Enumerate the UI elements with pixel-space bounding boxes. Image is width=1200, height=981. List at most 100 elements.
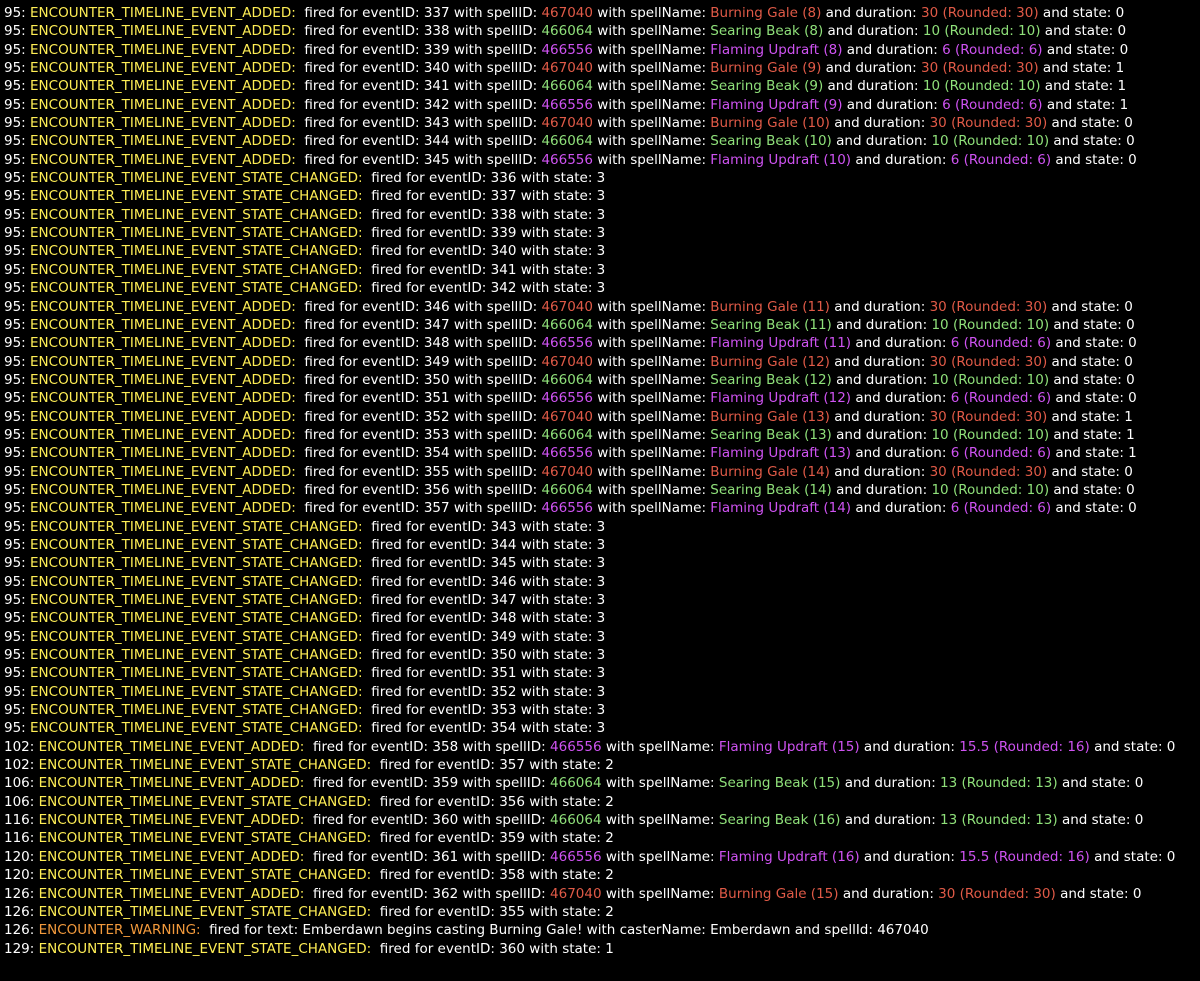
log-text: fired for eventID: 353 with spellID:	[300, 426, 542, 443]
log-line: 95: ENCOUNTER_TIMELINE_EVENT_ADDED: fire…	[4, 77, 1200, 95]
log-state: and state: 0	[1055, 885, 1142, 902]
log-text: and duration:	[842, 96, 943, 113]
log-line: 95: ENCOUNTER_TIMELINE_EVENT_STATE_CHANG…	[4, 224, 1200, 242]
log-spell-name: Flaming Updraft (15)	[718, 738, 860, 755]
log-text: fired for eventID: 343 with spellID:	[300, 115, 542, 132]
log-line: 95: ENCOUNTER_TIMELINE_EVENT_STATE_CHANG…	[4, 573, 1200, 591]
log-line: 95: ENCOUNTER_TIMELINE_EVENT_STATE_CHANG…	[4, 279, 1200, 297]
log-text: with spellName:	[601, 812, 719, 829]
log-text: fired for eventID: 341 with spellID:	[300, 78, 542, 95]
log-timestamp: 95:	[4, 628, 31, 645]
log-line: 116: ENCOUNTER_TIMELINE_EVENT_ADDED: fir…	[4, 811, 1200, 829]
log-event-name: ENCOUNTER_TIMELINE_EVENT_ADDED:	[30, 445, 301, 462]
log-timestamp: 95:	[4, 5, 31, 21]
log-line: 95: ENCOUNTER_TIMELINE_EVENT_STATE_CHANG…	[4, 628, 1200, 646]
log-event-name: ENCOUNTER_TIMELINE_EVENT_STATE_CHANGED:	[38, 793, 376, 810]
log-timestamp: 95:	[4, 298, 31, 315]
log-event-name: ENCOUNTER_TIMELINE_EVENT_ADDED:	[30, 353, 301, 370]
log-duration: 30 (Rounded: 30)	[929, 463, 1048, 480]
log-spell-id: 467040	[541, 115, 593, 132]
log-line: 95: ENCOUNTER_TIMELINE_EVENT_ADDED: fire…	[4, 444, 1200, 462]
log-state: and state: 0	[1051, 151, 1137, 168]
log-text: fired for eventID: 342 with state: 3	[366, 280, 606, 297]
log-spell-id: 467040	[541, 298, 593, 315]
log-event-name: ENCOUNTER_TIMELINE_EVENT_STATE_CHANGED:	[30, 518, 367, 535]
log-duration: 10 (Rounded: 10)	[931, 316, 1050, 333]
log-line: 95: ENCOUNTER_TIMELINE_EVENT_ADDED: fire…	[4, 426, 1200, 444]
log-spell-name: Searing Beak (13)	[710, 426, 832, 443]
log-timestamp: 120:	[4, 848, 39, 865]
log-spell-name: Flaming Updraft (10)	[710, 151, 852, 168]
log-timestamp: 106:	[4, 775, 39, 792]
log-text: and duration:	[842, 41, 943, 58]
log-text: with spellName:	[601, 848, 719, 865]
log-duration: 10 (Rounded: 10)	[931, 371, 1050, 388]
log-event-name: ENCOUNTER_TIMELINE_EVENT_ADDED:	[30, 60, 301, 77]
log-spell-id: 466556	[550, 848, 602, 865]
log-state: and state: 0	[1049, 481, 1135, 498]
log-duration: 6 (Rounded: 6)	[950, 390, 1052, 407]
log-text: and duration:	[859, 848, 960, 865]
log-state: and state: 1	[1042, 96, 1129, 113]
log-event-name: ENCOUNTER_TIMELINE_EVENT_STATE_CHANGED:	[30, 280, 367, 297]
log-duration: 30 (Rounded: 30)	[938, 885, 1056, 902]
log-spell-id: 466556	[541, 445, 593, 462]
log-spell-id: 466064	[541, 481, 593, 498]
log-text: and duration:	[851, 500, 951, 517]
log-text: fired for eventID: 346 with state: 3	[366, 573, 606, 590]
log-spell-name: Flaming Updraft (11)	[710, 335, 852, 352]
log-line: 95: ENCOUNTER_TIMELINE_EVENT_ADDED: fire…	[4, 22, 1200, 40]
log-text: fired for eventID: 347 with spellID:	[300, 316, 542, 333]
log-state: and state: 0	[1057, 812, 1144, 829]
log-spell-name: Flaming Updraft (9)	[710, 96, 843, 113]
log-state: and state: 0	[1042, 41, 1129, 58]
log-spell-name: Burning Gale (10)	[710, 115, 830, 132]
log-event-name: ENCOUNTER_TIMELINE_EVENT_ADDED:	[38, 738, 309, 755]
log-text: and duration:	[821, 5, 921, 21]
log-timestamp: 95:	[4, 445, 31, 462]
log-state: and state: 1	[1049, 426, 1135, 443]
log-duration: 10 (Rounded: 10)	[931, 133, 1050, 150]
log-timestamp: 95:	[4, 188, 31, 205]
log-spell-name: Burning Gale (11)	[710, 298, 830, 315]
log-text: with spellName:	[592, 353, 711, 370]
log-state: and state: 0	[1089, 738, 1176, 755]
log-spell-name: Searing Beak (12)	[710, 371, 832, 388]
log-line: 95: ENCOUNTER_TIMELINE_EVENT_ADDED: fire…	[4, 96, 1200, 114]
log-spell-id: 467040	[541, 463, 593, 480]
log-line: 95: ENCOUNTER_TIMELINE_EVENT_STATE_CHANG…	[4, 609, 1200, 627]
log-timestamp: 95:	[4, 573, 31, 590]
log-event-name: ENCOUNTER_TIMELINE_EVENT_STATE_CHANGED:	[30, 647, 367, 664]
log-timestamp: 95:	[4, 78, 31, 95]
log-line: 95: ENCOUNTER_TIMELINE_EVENT_ADDED: fire…	[4, 41, 1200, 59]
log-timestamp: 95:	[4, 647, 31, 664]
log-text: and duration:	[851, 335, 951, 352]
log-line: 102: ENCOUNTER_TIMELINE_EVENT_STATE_CHAN…	[4, 756, 1200, 774]
log-event-name: ENCOUNTER_TIMELINE_EVENT_ADDED:	[38, 812, 309, 829]
log-text: and duration:	[831, 316, 932, 333]
log-line: 95: ENCOUNTER_TIMELINE_EVENT_ADDED: fire…	[4, 4, 1200, 22]
log-text: fired for eventID: 337 with state: 3	[366, 188, 606, 205]
log-text: fired for eventID: 342 with spellID:	[300, 96, 542, 113]
log-text: fired for eventID: 344 with state: 3	[366, 536, 606, 553]
log-spell-id: 466556	[541, 41, 593, 58]
log-text: fired for eventID: 349 with spellID:	[300, 353, 542, 370]
log-text: fired for eventID: 353 with state: 3	[366, 702, 606, 719]
log-duration: 30 (Rounded: 30)	[921, 5, 1039, 21]
log-spell-id: 466556	[541, 96, 593, 113]
log-duration: 10 (Rounded: 10)	[931, 481, 1050, 498]
log-text: with spellName:	[601, 885, 719, 902]
log-text: fired for eventID: 358 with state: 2	[375, 867, 614, 884]
log-text: fired for eventID: 346 with spellID:	[300, 298, 542, 315]
log-event-name: ENCOUNTER_TIMELINE_EVENT_ADDED:	[30, 5, 301, 21]
log-event-name: ENCOUNTER_TIMELINE_EVENT_ADDED:	[30, 298, 301, 315]
log-spell-id: 466556	[541, 500, 593, 517]
log-event-name: ENCOUNTER_TIMELINE_EVENT_ADDED:	[30, 133, 301, 150]
log-text: and duration:	[851, 445, 951, 462]
log-line: 95: ENCOUNTER_TIMELINE_EVENT_ADDED: fire…	[4, 463, 1200, 481]
log-timestamp: 95:	[4, 610, 31, 627]
log-text: and duration:	[823, 23, 923, 40]
log-line: 95: ENCOUNTER_TIMELINE_EVENT_STATE_CHANG…	[4, 701, 1200, 719]
log-timestamp: 95:	[4, 243, 31, 260]
log-spell-name: Burning Gale (14)	[710, 463, 830, 480]
